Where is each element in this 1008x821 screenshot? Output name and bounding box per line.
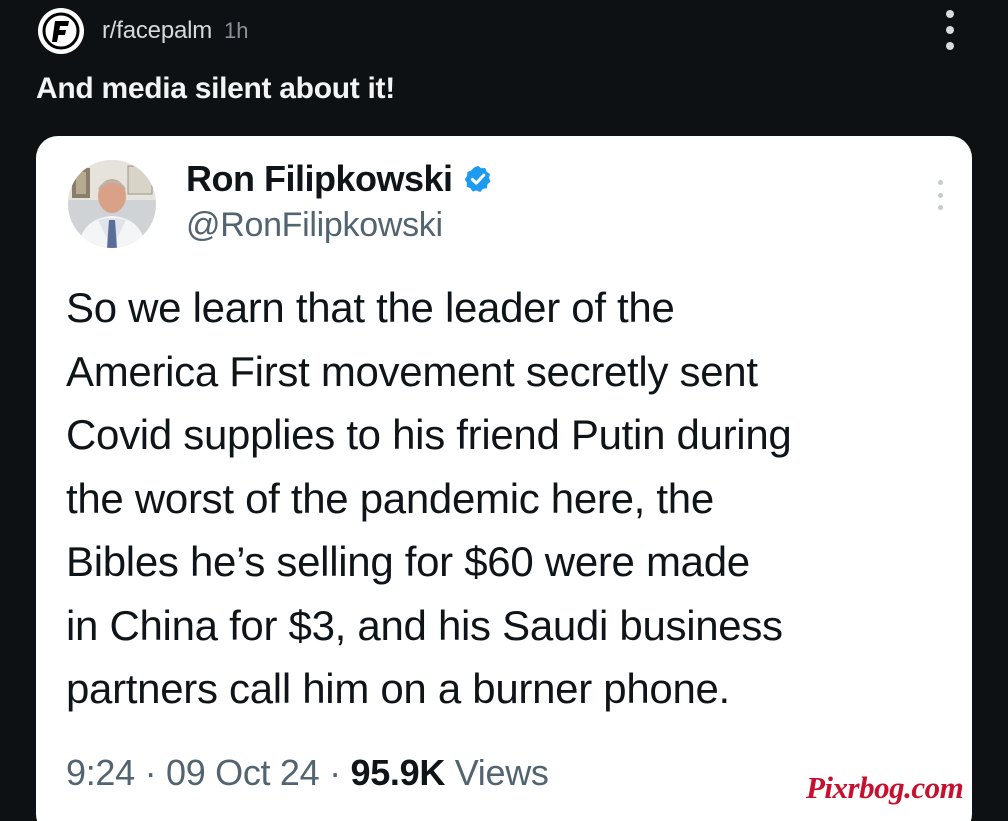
tweet-date: 09 Oct 24 <box>165 752 320 793</box>
tweet-more-icon[interactable] <box>936 180 944 210</box>
meta-separator: · <box>319 752 351 793</box>
post-title[interactable]: And media silent about it! <box>36 72 395 106</box>
tweet-text-line: in China for $3, and his Saudi business <box>66 601 783 649</box>
tweet-time: 9:24 <box>66 752 135 793</box>
tweet-meta: 9:24 · 09 Oct 24 · 95.9K Views <box>66 752 549 794</box>
tweet-views-count: 95.9K <box>350 752 446 793</box>
watermark: Pixrbog.com <box>806 770 964 805</box>
tweet-text-line: So we learn that the leader of the <box>66 284 675 331</box>
author-name-text: Ron Filipkowski <box>186 158 453 199</box>
tweet-text-line: partners call him on a burner phone. <box>66 665 730 712</box>
verified-badge-icon <box>464 165 491 192</box>
tweet-text-line: Covid supplies to his friend Putin durin… <box>66 411 792 458</box>
tweet-author-name[interactable]: Ron Filipkowski <box>186 158 493 200</box>
tweet-author-handle[interactable]: @RonFilipkowski <box>186 206 443 245</box>
post-header: r/facepalm 1h <box>38 8 249 54</box>
more-vertical-icon <box>946 10 954 18</box>
tweet-screenshot-image[interactable]: Ron Filipkowski @RonFilipkowski So we le… <box>36 136 972 821</box>
reddit-post-screen: r/facepalm 1h And media silent about it! <box>0 0 1008 821</box>
meta-separator: · <box>134 752 166 793</box>
tweet-text-line: the worst of the pandemic here, the <box>66 474 714 522</box>
tweet-text-line: America First movement secretly sent <box>66 347 758 395</box>
post-time: 1h <box>224 18 249 43</box>
tweet-body: So we learn that the leader of the Ameri… <box>66 276 956 721</box>
avatar <box>68 160 156 248</box>
tweet-text-line: Bibles he’s selling for $60 were made <box>66 538 750 585</box>
subreddit-name[interactable]: r/facepalm <box>102 17 212 45</box>
more-options-button[interactable] <box>942 10 958 50</box>
tweet-views-label: Views <box>454 752 549 793</box>
facepalm-subreddit-icon[interactable] <box>38 8 84 54</box>
